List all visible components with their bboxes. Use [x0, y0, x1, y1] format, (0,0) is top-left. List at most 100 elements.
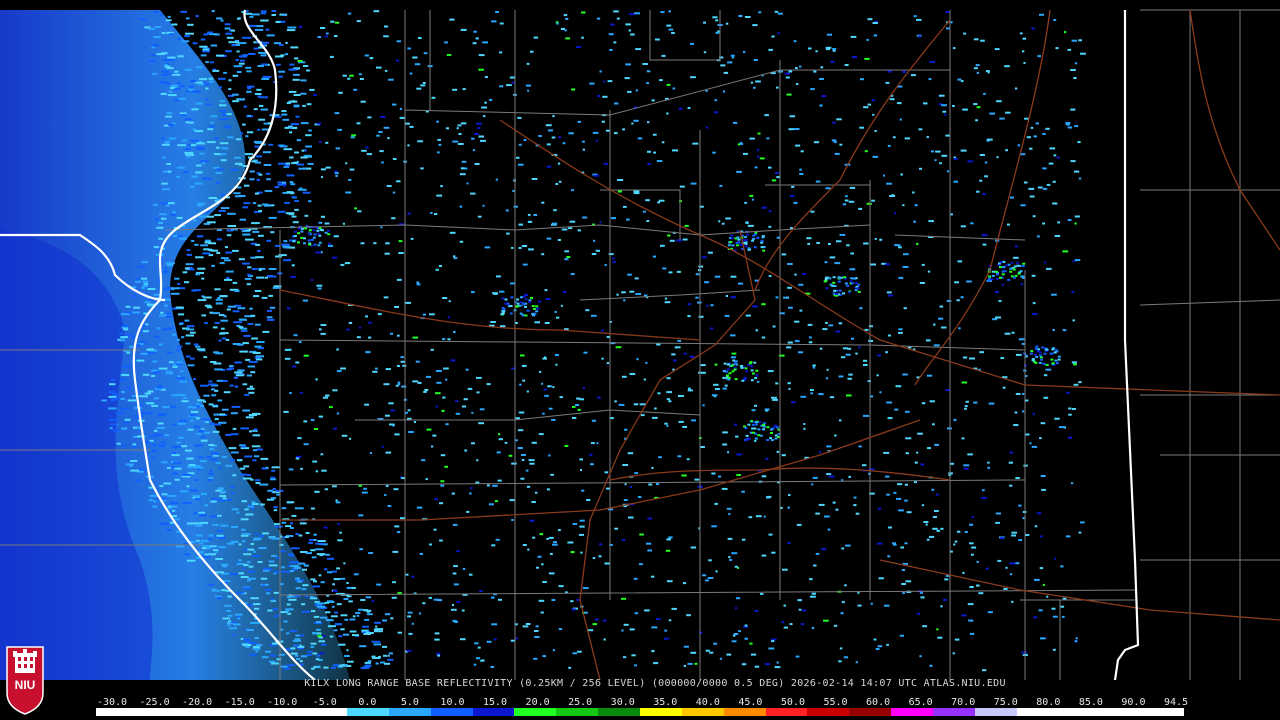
radar-echo-pixel [245, 12, 252, 15]
radar-echo-pixel [868, 325, 873, 328]
radar-echo-pixel [145, 402, 155, 405]
legend-tick-label: 5.0 [400, 697, 419, 708]
radar-echo-pixel [694, 478, 700, 481]
radar-echo-pixel [294, 57, 299, 60]
radar-echo-pixel [527, 548, 530, 551]
radar-echo-pixel [130, 460, 138, 462]
radar-echo-pixel [423, 390, 427, 393]
radar-echo-pixel [618, 403, 625, 406]
radar-echo-pixel [275, 21, 281, 23]
radar-echo-pixel [830, 60, 835, 63]
radar-echo-pixel [1065, 123, 1070, 126]
radar-echo-pixel [531, 501, 536, 503]
radar-echo-pixel [215, 550, 219, 553]
radar-echo-pixel [837, 280, 841, 283]
radar-echo-pixel [238, 42, 247, 45]
radar-echo-pixel [453, 565, 458, 568]
radar-echo-pixel [1045, 368, 1052, 371]
legend-tick-label: -25.0 [139, 697, 170, 708]
radar-echo-pixel [425, 375, 431, 378]
radar-echo-pixel [312, 460, 318, 463]
radar-echo-pixel [151, 456, 155, 459]
radar-echo-pixel [1075, 637, 1078, 640]
radar-echo-pixel [431, 96, 436, 99]
radar-echo-pixel [994, 291, 999, 294]
radar-echo-pixel [914, 461, 918, 464]
radar-echo-pixel [822, 328, 828, 331]
radar-echo-pixel [205, 98, 209, 101]
radar-echo-pixel [334, 172, 339, 175]
radar-echo-pixel [294, 565, 299, 567]
radar-echo-pixel [1030, 350, 1034, 353]
radar-echo-pixel [224, 23, 231, 26]
radar-echo-pixel [241, 445, 247, 448]
radar-echo-pixel [651, 99, 655, 102]
radar-echo-pixel [702, 404, 705, 407]
radar-echo-pixel [734, 378, 738, 381]
radar-echo-pixel [1036, 512, 1042, 515]
radar-echo-pixel [873, 34, 878, 37]
radar-echo-pixel [749, 194, 754, 197]
radar-echo-pixel [634, 612, 639, 615]
radar-echo-pixel [1049, 352, 1053, 355]
radar-echo-pixel [228, 447, 237, 450]
legend-color-swatch [974, 708, 1017, 716]
radar-echo-pixel [253, 603, 261, 606]
radar-echo-pixel [211, 589, 221, 592]
radar-echo-pixel [757, 149, 760, 152]
radar-echo-pixel [687, 107, 691, 109]
radar-echo-pixel [348, 322, 353, 324]
radar-echo-pixel [1023, 61, 1026, 64]
radar-echo-pixel [672, 149, 678, 152]
radar-echo-pixel [846, 244, 850, 247]
radar-echo-pixel [261, 656, 269, 659]
radar-echo-pixel [495, 11, 499, 13]
radar-echo-pixel [774, 434, 778, 437]
radar-echo-pixel [208, 77, 213, 80]
radar-echo-pixel [742, 152, 748, 155]
radar-echo-pixel [509, 312, 513, 315]
radar-echo-pixel [177, 422, 186, 425]
radar-echo-pixel [377, 655, 381, 658]
radar-echo-pixel [750, 81, 754, 84]
radar-echo-pixel [261, 78, 270, 80]
radar-echo-pixel [676, 270, 681, 273]
radar-echo-pixel [929, 60, 936, 63]
radar-echo-pixel [548, 572, 555, 575]
radar-echo-pixel [534, 321, 540, 324]
radar-echo-pixel [184, 152, 194, 154]
radar-echo-pixel [336, 412, 339, 415]
radar-echo-pixel [236, 17, 241, 20]
radar-echo-pixel [275, 63, 281, 66]
radar-echo-pixel [533, 214, 538, 216]
radar-echo-pixel [803, 427, 806, 430]
radar-echo-pixel [637, 496, 642, 498]
radar-echo-pixel [165, 262, 175, 265]
radar-echo-pixel [558, 628, 563, 631]
radar-echo-pixel [159, 522, 169, 525]
radar-echo-pixel [336, 567, 340, 570]
radar-echo-pixel [486, 484, 490, 487]
radar-echo-pixel [292, 221, 299, 224]
radar-echo-pixel [163, 482, 172, 485]
radar-echo-pixel [844, 199, 849, 202]
radar-echo-pixel [241, 528, 246, 531]
radar-echo-pixel [751, 423, 755, 426]
radar-echo-pixel [282, 118, 289, 121]
radar-echo-pixel [1005, 111, 1011, 114]
radar-echo-pixel [190, 144, 197, 147]
radar-echo-pixel [704, 281, 710, 284]
radar-echo-pixel [345, 162, 348, 165]
radar-echo-pixel [219, 142, 229, 145]
legend-color-swatch [514, 708, 557, 716]
radar-echo-pixel [181, 400, 189, 403]
radar-echo-pixel [262, 41, 270, 44]
radar-echo-pixel [724, 314, 730, 317]
radar-echo-pixel [334, 21, 340, 24]
radar-echo-pixel [913, 15, 917, 18]
radar-echo-pixel [964, 405, 968, 408]
radar-echo-pixel [1018, 338, 1025, 341]
radar-echo-pixel [196, 534, 203, 537]
radar-echo-pixel [569, 220, 576, 223]
radar-echo-pixel [453, 257, 458, 260]
